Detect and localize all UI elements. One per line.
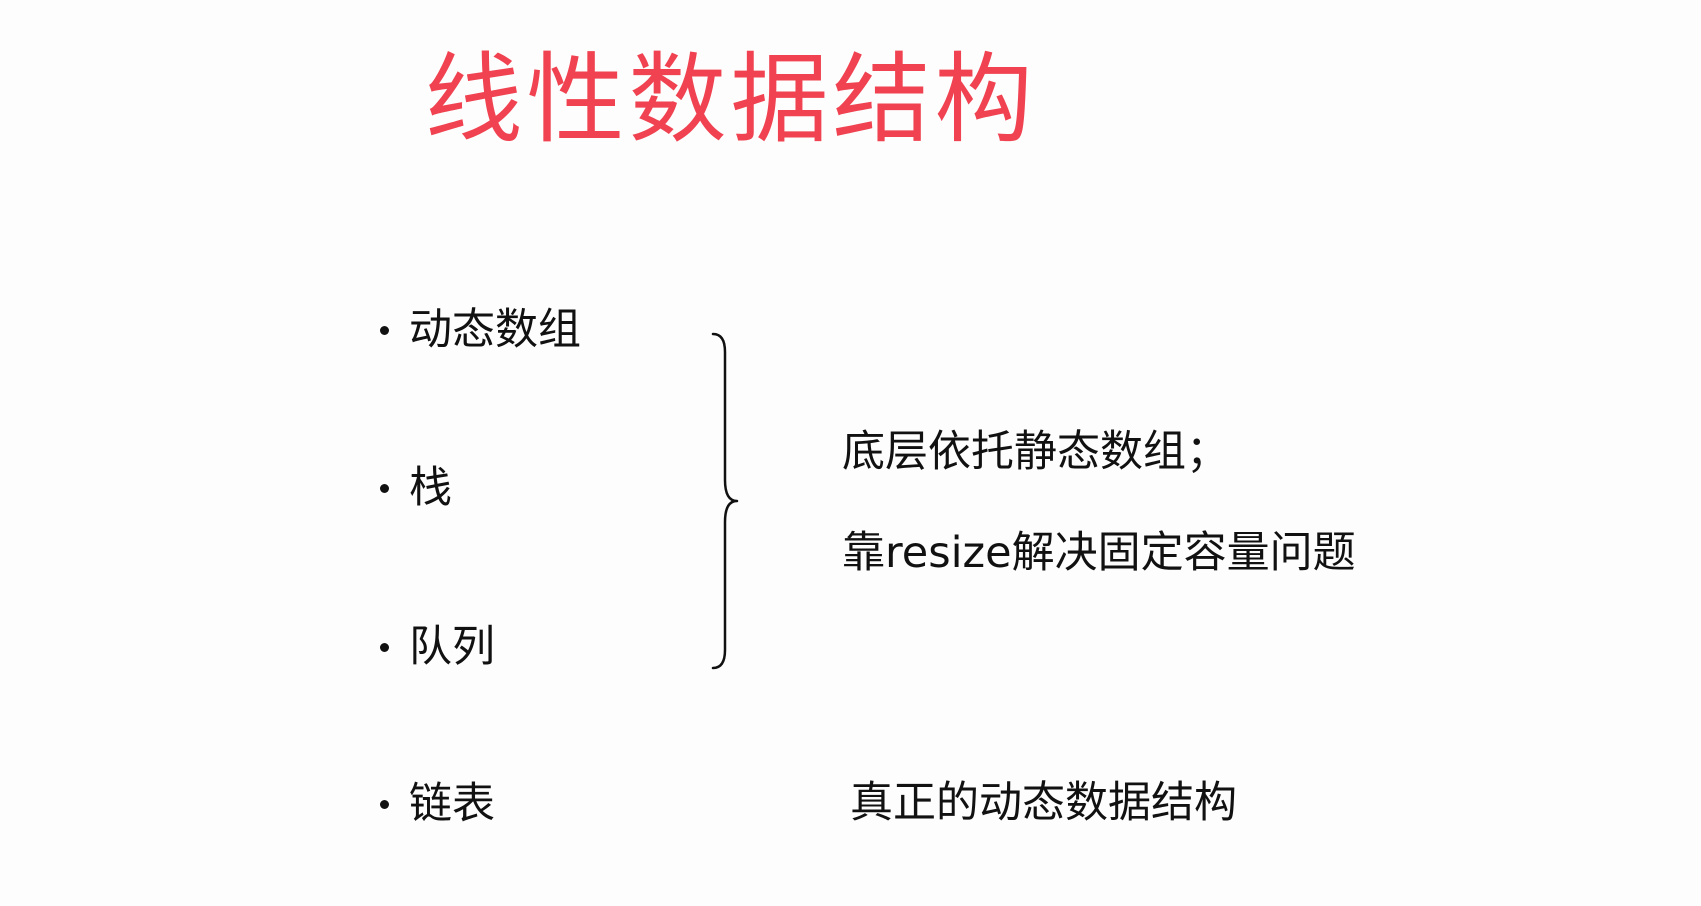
bullet-dot-icon: [380, 325, 389, 335]
slide-title: 线性数据结构: [424, 43, 1037, 157]
bullet-linked-list: 链表: [380, 774, 495, 834]
group-note-line2: 靠resize解决固定容量问题: [842, 528, 1356, 578]
right-brace-icon: [711, 332, 739, 670]
bullet-dot-icon: [380, 799, 389, 809]
linked-list-note: 真正的动态数据结构: [850, 778, 1237, 828]
bullet-queue: 队列: [380, 617, 495, 677]
bullet-label: 链表: [409, 779, 495, 829]
bullet-dynamic-array: 动态数组: [380, 300, 581, 360]
bullet-stack: 栈: [380, 458, 452, 518]
group-note-line1: 底层依托静态数组；: [842, 427, 1229, 477]
bullet-label: 队列: [409, 622, 495, 672]
bullet-label: 动态数组: [409, 305, 581, 355]
bullet-dot-icon: [380, 483, 389, 493]
bullet-label: 栈: [409, 463, 452, 513]
slide: 线性数据结构 动态数组 栈 队列 链表 底层依托静态数组； 靠resize解决固…: [0, 0, 1701, 906]
bullet-dot-icon: [380, 642, 389, 652]
